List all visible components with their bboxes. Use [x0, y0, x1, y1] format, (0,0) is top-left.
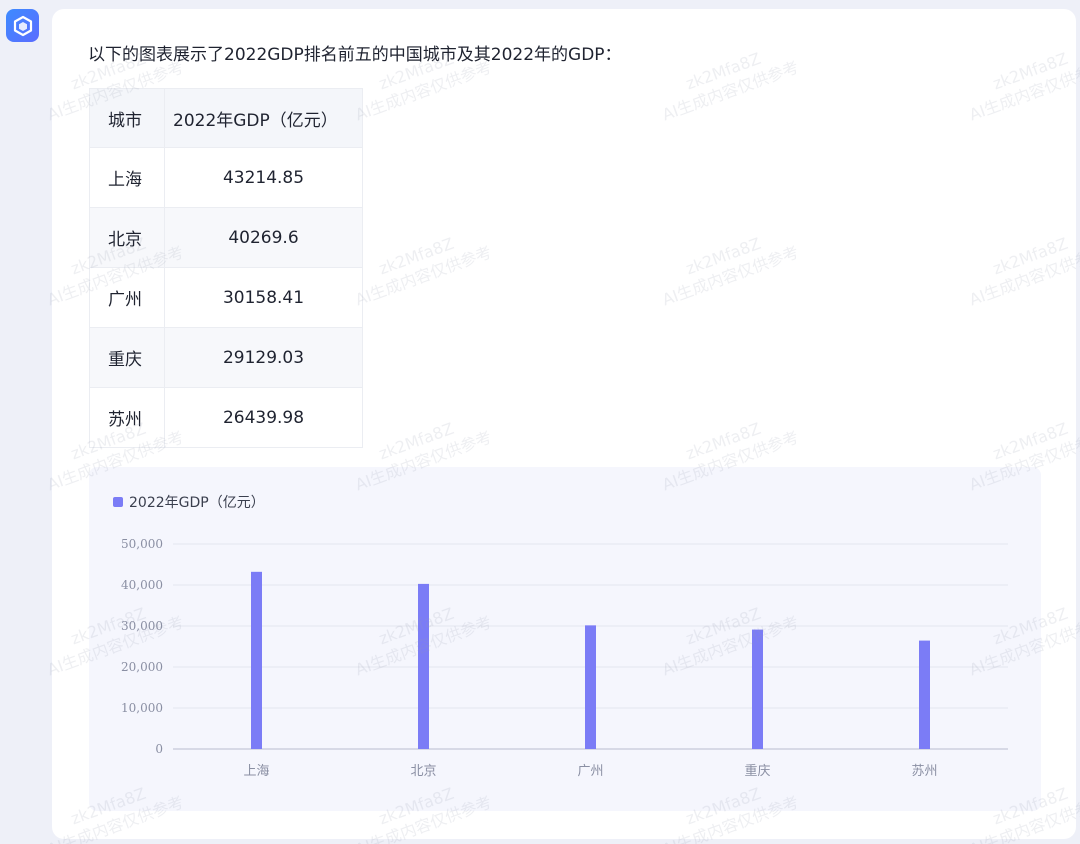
- table-header-row: 城市 2022年GDP（亿元）: [89, 88, 363, 148]
- x-tick-label: 重庆: [744, 763, 770, 779]
- legend-swatch: [113, 497, 123, 507]
- x-tick-label: 北京: [410, 764, 436, 779]
- table-cell-city: 北京: [89, 207, 165, 268]
- bar: [418, 583, 429, 749]
- bar: [919, 640, 930, 749]
- bar: [585, 625, 596, 749]
- legend-label: 2022年GDP（亿元）: [129, 495, 265, 511]
- table-row: 苏州 26439.98: [89, 387, 363, 448]
- table-cell-city: 苏州: [89, 387, 165, 448]
- x-tick-label: 广州: [577, 764, 603, 779]
- table-row: 上海 43214.85: [89, 147, 363, 208]
- table-cell-gdp: 29129.03: [164, 327, 363, 388]
- y-tick-label: 10,000: [121, 701, 163, 715]
- table-cell-gdp: 40269.6: [164, 207, 363, 268]
- table-cell-city: 上海: [89, 147, 165, 208]
- table-cell-gdp: 26439.98: [164, 387, 363, 448]
- table-row: 重庆 29129.03: [89, 327, 363, 388]
- table-row: 北京 40269.6: [89, 207, 363, 268]
- x-tick-label: 上海: [243, 764, 269, 779]
- app-logo-icon: [6, 9, 39, 42]
- header-gdp: 2022年GDP（亿元）: [164, 88, 363, 148]
- bar: [752, 629, 763, 749]
- chart-canvas: 2022年GDP（亿元） 0 10,000 20,000 30,000 40,000 50,…: [113, 495, 1008, 779]
- y-tick-label: 50,000: [121, 537, 163, 551]
- table-cell-gdp: 43214.85: [164, 147, 363, 208]
- header-city: 城市: [89, 88, 165, 148]
- x-tick-label: 苏州: [911, 763, 937, 779]
- y-tick-label: 20,000: [121, 660, 163, 674]
- gdp-bar-chart: 2022年GDP（亿元） 0 10,000 20,000 30,000 40,000 50,…: [89, 467, 1041, 811]
- y-tick-label: 40,000: [121, 578, 163, 592]
- message-intro-text: 以下的图表展示了2022GDP排名前五的中国城市及其2022年的GDP：: [88, 45, 622, 65]
- table-cell-city: 广州: [89, 267, 165, 328]
- y-tick-label: 0: [155, 742, 163, 756]
- table-row: 广州 30158.41: [89, 267, 363, 328]
- chart-legend: 2022年GDP（亿元）: [113, 495, 265, 511]
- bar: [251, 571, 262, 749]
- table-cell-gdp: 30158.41: [164, 267, 363, 328]
- y-tick-label: 30,000: [121, 619, 163, 633]
- table-cell-city: 重庆: [89, 327, 165, 388]
- assistant-message-card: 以下的图表展示了2022GDP排名前五的中国城市及其2022年的GDP： 城市 …: [52, 9, 1076, 839]
- gdp-table: 城市 2022年GDP（亿元） 上海 43214.85 北京 40269.6 广…: [89, 88, 363, 448]
